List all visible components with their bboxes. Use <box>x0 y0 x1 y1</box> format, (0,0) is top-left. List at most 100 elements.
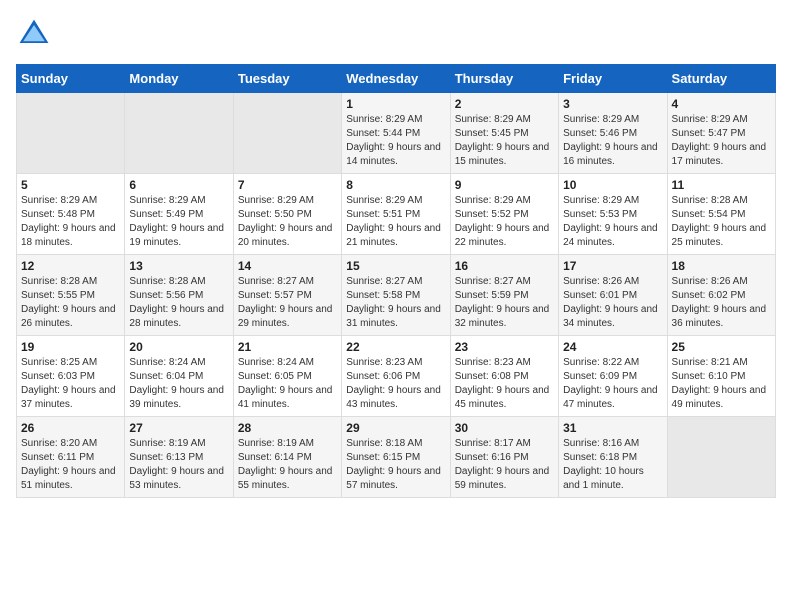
day-info: Sunrise: 8:29 AMSunset: 5:48 PMDaylight:… <box>21 194 120 250</box>
day-info: Sunrise: 8:28 AMSunset: 5:56 PMDaylight:… <box>129 275 228 331</box>
calendar-cell: 4 Sunrise: 8:29 AMSunset: 5:47 PMDaylight… <box>667 93 775 174</box>
logo-icon <box>16 16 52 52</box>
day-info: Sunrise: 8:19 AMSunset: 6:13 PMDaylight:… <box>129 437 228 493</box>
header-wednesday: Wednesday <box>342 65 450 93</box>
day-number: 24 <box>563 340 662 354</box>
calendar-cell: 17Sunrise: 8:26 AMSunset: 6:01 PMDayligh… <box>559 255 667 336</box>
day-info: Sunrise: 8:29 AMSunset: 5:52 PMDaylight:… <box>455 194 554 250</box>
day-info: Sunrise: 8:19 AMSunset: 6:14 PMDaylight:… <box>238 437 337 493</box>
header-sunday: Sunday <box>17 65 125 93</box>
day-number: 4 <box>672 97 771 111</box>
calendar-cell: 26Sunrise: 8:20 AMSunset: 6:11 PMDayligh… <box>17 417 125 498</box>
calendar-cell: 21 Sunrise: 8:24 AMSunset: 6:05 PMDayligh… <box>233 336 341 417</box>
calendar-cell <box>667 417 775 498</box>
calendar-cell: 16 Sunrise: 8:27 AMSunset: 5:59 PMDayligh… <box>450 255 558 336</box>
day-info: Sunrise: 8:25 AMSunset: 6:03 PMDaylight:… <box>21 356 120 412</box>
day-number: 22 <box>346 340 445 354</box>
day-number: 20 <box>129 340 228 354</box>
calendar-cell: 18Sunrise: 8:26 AMSunset: 6:02 PMDayligh… <box>667 255 775 336</box>
day-number: 2 <box>455 97 554 111</box>
day-number: 16 <box>455 259 554 273</box>
day-info: Sunrise: 8:21 AMSunset: 6:10 PMDaylight:… <box>672 356 771 412</box>
calendar-cell <box>233 93 341 174</box>
day-number: 5 <box>21 178 120 192</box>
calendar-cell: 13 Sunrise: 8:28 AMSunset: 5:56 PMDayligh… <box>125 255 233 336</box>
day-number: 29 <box>346 421 445 435</box>
calendar-cell: 31Sunrise: 8:16 AMSunset: 6:18 PMDayligh… <box>559 417 667 498</box>
calendar-cell: 27 Sunrise: 8:19 AMSunset: 6:13 PMDayligh… <box>125 417 233 498</box>
calendar-cell: 12 Sunrise: 8:28 AMSunset: 5:55 PMDayligh… <box>17 255 125 336</box>
day-number: 27 <box>129 421 228 435</box>
calendar-cell: 9 Sunrise: 8:29 AMSunset: 5:52 PMDaylight… <box>450 174 558 255</box>
calendar-week-row: 5 Sunrise: 8:29 AMSunset: 5:48 PMDaylight… <box>17 174 776 255</box>
calendar-cell: 6 Sunrise: 8:29 AMSunset: 5:49 PMDaylight… <box>125 174 233 255</box>
day-info: Sunrise: 8:29 AMSunset: 5:46 PMDaylight:… <box>563 113 662 169</box>
day-number: 15 <box>346 259 445 273</box>
day-number: 23 <box>455 340 554 354</box>
day-info: Sunrise: 8:26 AMSunset: 6:01 PMDaylight:… <box>563 275 662 331</box>
day-info: Sunrise: 8:18 AMSunset: 6:15 PMDaylight:… <box>346 437 445 493</box>
day-info: Sunrise: 8:29 AMSunset: 5:51 PMDaylight:… <box>346 194 445 250</box>
day-info: Sunrise: 8:28 AMSunset: 5:55 PMDaylight:… <box>21 275 120 331</box>
calendar-week-row: 19 Sunrise: 8:25 AMSunset: 6:03 PMDayligh… <box>17 336 776 417</box>
day-info: Sunrise: 8:24 AMSunset: 6:05 PMDaylight:… <box>238 356 337 412</box>
day-number: 25 <box>672 340 771 354</box>
calendar-cell: 20 Sunrise: 8:24 AMSunset: 6:04 PMDayligh… <box>125 336 233 417</box>
header-saturday: Saturday <box>667 65 775 93</box>
calendar-week-row: 26Sunrise: 8:20 AMSunset: 6:11 PMDayligh… <box>17 417 776 498</box>
day-number: 31 <box>563 421 662 435</box>
day-number: 18 <box>672 259 771 273</box>
day-number: 30 <box>455 421 554 435</box>
calendar-cell: 23 Sunrise: 8:23 AMSunset: 6:08 PMDayligh… <box>450 336 558 417</box>
day-info: Sunrise: 8:23 AMSunset: 6:08 PMDaylight:… <box>455 356 554 412</box>
day-number: 11 <box>672 178 771 192</box>
calendar-cell: 1 Sunrise: 8:29 AMSunset: 5:44 PMDaylight… <box>342 93 450 174</box>
day-number: 7 <box>238 178 337 192</box>
calendar-cell: 29 Sunrise: 8:18 AMSunset: 6:15 PMDayligh… <box>342 417 450 498</box>
calendar-cell: 25 Sunrise: 8:21 AMSunset: 6:10 PMDayligh… <box>667 336 775 417</box>
calendar-header-row: SundayMondayTuesdayWednesdayThursdayFrid… <box>17 65 776 93</box>
calendar-cell: 15 Sunrise: 8:27 AMSunset: 5:58 PMDayligh… <box>342 255 450 336</box>
day-number: 3 <box>563 97 662 111</box>
header-tuesday: Tuesday <box>233 65 341 93</box>
day-info: Sunrise: 8:27 AMSunset: 5:59 PMDaylight:… <box>455 275 554 331</box>
calendar-cell: 7 Sunrise: 8:29 AMSunset: 5:50 PMDaylight… <box>233 174 341 255</box>
calendar-cell: 14Sunrise: 8:27 AMSunset: 5:57 PMDayligh… <box>233 255 341 336</box>
calendar-cell: 5 Sunrise: 8:29 AMSunset: 5:48 PMDaylight… <box>17 174 125 255</box>
day-number: 10 <box>563 178 662 192</box>
day-info: Sunrise: 8:29 AMSunset: 5:47 PMDaylight:… <box>672 113 771 169</box>
header-monday: Monday <box>125 65 233 93</box>
day-info: Sunrise: 8:27 AMSunset: 5:58 PMDaylight:… <box>346 275 445 331</box>
logo <box>16 16 56 52</box>
calendar-cell: 11Sunrise: 8:28 AMSunset: 5:54 PMDayligh… <box>667 174 775 255</box>
header-friday: Friday <box>559 65 667 93</box>
calendar-table: SundayMondayTuesdayWednesdayThursdayFrid… <box>16 64 776 498</box>
day-number: 6 <box>129 178 228 192</box>
day-number: 13 <box>129 259 228 273</box>
day-number: 19 <box>21 340 120 354</box>
calendar-cell: 2Sunrise: 8:29 AMSunset: 5:45 PMDaylight… <box>450 93 558 174</box>
day-info: Sunrise: 8:24 AMSunset: 6:04 PMDaylight:… <box>129 356 228 412</box>
day-number: 1 <box>346 97 445 111</box>
day-info: Sunrise: 8:29 AMSunset: 5:49 PMDaylight:… <box>129 194 228 250</box>
day-info: Sunrise: 8:27 AMSunset: 5:57 PMDaylight:… <box>238 275 337 331</box>
day-number: 28 <box>238 421 337 435</box>
calendar-cell: 30 Sunrise: 8:17 AMSunset: 6:16 PMDayligh… <box>450 417 558 498</box>
page-header <box>16 16 776 52</box>
day-info: Sunrise: 8:17 AMSunset: 6:16 PMDaylight:… <box>455 437 554 493</box>
day-number: 9 <box>455 178 554 192</box>
day-number: 12 <box>21 259 120 273</box>
calendar-cell: 28 Sunrise: 8:19 AMSunset: 6:14 PMDayligh… <box>233 417 341 498</box>
day-info: Sunrise: 8:20 AMSunset: 6:11 PMDaylight:… <box>21 437 120 493</box>
calendar-week-row: 1 Sunrise: 8:29 AMSunset: 5:44 PMDaylight… <box>17 93 776 174</box>
header-thursday: Thursday <box>450 65 558 93</box>
calendar-cell: 24 Sunrise: 8:22 AMSunset: 6:09 PMDayligh… <box>559 336 667 417</box>
day-info: Sunrise: 8:29 AMSunset: 5:44 PMDaylight:… <box>346 113 445 169</box>
day-info: Sunrise: 8:29 AMSunset: 5:53 PMDaylight:… <box>563 194 662 250</box>
calendar-cell <box>17 93 125 174</box>
calendar-cell: 22Sunrise: 8:23 AMSunset: 6:06 PMDayligh… <box>342 336 450 417</box>
day-info: Sunrise: 8:22 AMSunset: 6:09 PMDaylight:… <box>563 356 662 412</box>
calendar-cell: 19 Sunrise: 8:25 AMSunset: 6:03 PMDayligh… <box>17 336 125 417</box>
day-info: Sunrise: 8:29 AMSunset: 5:50 PMDaylight:… <box>238 194 337 250</box>
day-number: 21 <box>238 340 337 354</box>
